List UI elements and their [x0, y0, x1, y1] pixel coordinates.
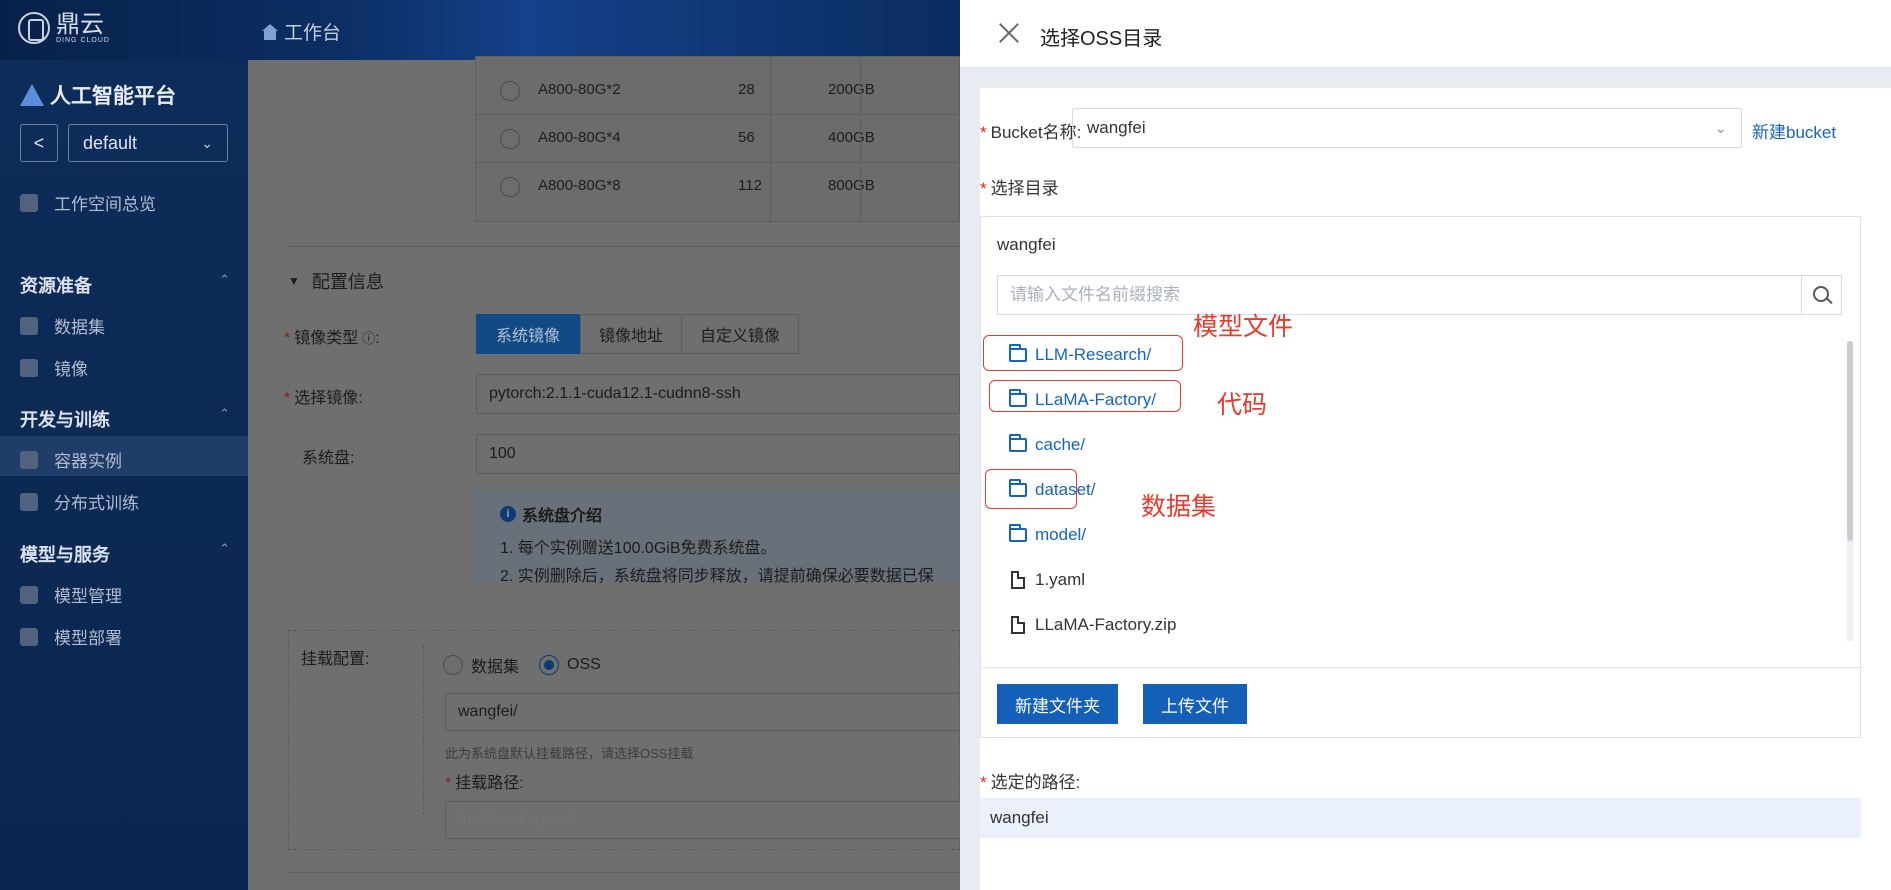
brand-name-en: DING CLOUD: [56, 36, 110, 44]
drawer-body: * Bucket名称: wangfei ⌄ 新建bucket * 选择目录 wang…: [980, 88, 1891, 890]
select-dir-label: * 选择目录: [980, 179, 1059, 198]
new-bucket-link[interactable]: 新建bucket: [1752, 118, 1836, 143]
sysdisk-input[interactable]: 100: [476, 434, 960, 474]
row-radio[interactable]: [500, 81, 520, 101]
radio-dataset[interactable]: [443, 655, 463, 675]
sidebar: 人工智能平台 < default ⌄ 工作空间总览 资源准备 ⌃ 数据集 镜像 …: [0, 60, 248, 890]
image-type-label: * 镜像类型 ⓘ:: [284, 330, 380, 347]
platform-logo-icon: [20, 84, 44, 106]
sidebar-item-containers[interactable]: 容器实例: [20, 447, 122, 472]
chevron-down-icon: ⌄: [1714, 120, 1727, 137]
sidebar-group-dev[interactable]: 开发与训练 ⌃: [20, 406, 230, 432]
mount-path-input[interactable]: [445, 801, 961, 839]
nav-workbench[interactable]: 工作台: [262, 18, 341, 45]
directory-actions: 新建文件夹 上传文件: [981, 667, 1862, 739]
back-button[interactable]: <: [20, 124, 58, 162]
sidebar-item-model-deploy[interactable]: 模型部署: [20, 624, 122, 649]
annotation-label: 代码: [1217, 391, 1268, 419]
search-icon[interactable]: [1801, 276, 1841, 314]
tab-image-url[interactable]: 镜像地址: [580, 314, 683, 354]
table-row[interactable]: A800-80G*4 56 400GB: [476, 115, 961, 163]
directory-browser: wangfei LLM-Research/ LLaMA-Factory/ cac…: [980, 216, 1862, 739]
tab-custom-image[interactable]: 自定义镜像: [682, 314, 800, 354]
list-item[interactable]: LLaMA-Factory.zip: [1009, 615, 1176, 635]
image-icon: [20, 358, 38, 377]
logo-icon: [18, 12, 50, 44]
info-icon: i: [500, 506, 516, 522]
annotation-box: [989, 380, 1181, 412]
file-icon: [1011, 571, 1025, 589]
chevron-up-icon: ⌃: [219, 272, 230, 287]
annotation-label: 数据集: [1141, 493, 1217, 521]
bucket-label: * Bucket名称:: [980, 123, 1082, 142]
sysdisk-info-box: i 系统盘介绍 1. 每个实例赠送100.0GiB免费系统盘。 2. 实例删除后…: [476, 488, 960, 585]
caret-down-icon: ▼: [288, 274, 300, 288]
select-image-input[interactable]: pytorch:2.1.1-cuda12.1-cudnn8-ssh: [476, 374, 960, 414]
upload-file-button[interactable]: 上传文件: [1143, 684, 1247, 724]
chevron-up-icon: ⌃: [219, 541, 230, 556]
list-item[interactable]: model/: [1009, 524, 1086, 545]
gpu-spec-table: A800-80G*2 28 200GB A800-80G*4 56 400GB …: [475, 56, 961, 223]
section-config-info[interactable]: ▼ 配置信息: [288, 268, 384, 294]
chevron-down-icon: ⌄: [201, 134, 213, 151]
row-radio[interactable]: [500, 177, 520, 197]
new-folder-button[interactable]: 新建文件夹: [997, 684, 1118, 724]
chevron-up-icon: ⌃: [219, 406, 230, 421]
brand-name: 鼎云: [56, 10, 104, 38]
folder-icon: [1009, 434, 1027, 452]
sidebar-group-resources[interactable]: 资源准备 ⌃: [20, 272, 230, 298]
table-row[interactable]: A800-80G*2 28 200GB: [476, 67, 961, 115]
sidebar-item-model-manage[interactable]: 模型管理: [20, 582, 122, 607]
drawer-header: 选择OSS目录: [960, 0, 1891, 68]
sidebar-item-datasets[interactable]: 数据集: [20, 313, 105, 338]
file-list-scrollbar[interactable]: [1847, 341, 1853, 641]
search-input[interactable]: [998, 276, 1801, 314]
list-item[interactable]: 1.yaml: [1009, 570, 1085, 590]
table-row[interactable]: A800-80G*8 112 800GB: [476, 163, 961, 211]
mount-source-input[interactable]: wangfei/: [445, 693, 961, 731]
selected-path-value: wangfei: [980, 798, 1861, 838]
platform-title: 人工智能平台: [20, 80, 176, 110]
distributed-icon: [20, 492, 38, 511]
annotation-box: [983, 335, 1183, 371]
annotation-label: 模型文件: [1193, 313, 1294, 341]
scrollbar-thumb[interactable]: [1847, 341, 1853, 541]
workspace-select-value: default: [83, 132, 138, 153]
selected-path-label: * 选定的路径:: [980, 773, 1081, 792]
overview-icon: [20, 193, 38, 212]
folder-icon: [1009, 524, 1027, 542]
tab-system-image[interactable]: 系统镜像: [476, 314, 581, 354]
model-icon: [20, 585, 38, 604]
instance-form-background: A800-80G*2 28 200GB A800-80G*4 56 400GB …: [248, 56, 961, 890]
nav-workbench-label: 工作台: [284, 23, 342, 44]
container-icon: [20, 450, 38, 469]
current-directory: wangfei: [997, 235, 1056, 254]
workspace-select[interactable]: default ⌄: [68, 124, 228, 162]
sidebar-item-overview[interactable]: 工作空间总览: [20, 190, 156, 215]
dataset-icon: [20, 316, 38, 335]
deploy-icon: [20, 627, 38, 646]
list-item[interactable]: cache/: [1009, 434, 1085, 455]
sidebar-item-distributed[interactable]: 分布式训练: [20, 489, 139, 514]
bucket-select[interactable]: wangfei ⌄: [1072, 108, 1742, 148]
oss-directory-drawer: 选择OSS目录 * Bucket名称: wangfei ⌄ 新建bucket * 选…: [960, 0, 1891, 890]
drawer-title: 选择OSS目录: [1040, 28, 1163, 50]
sidebar-group-models[interactable]: 模型与服务 ⌃: [20, 541, 230, 567]
annotation-box: [985, 469, 1077, 509]
sysdisk-label: 系统盘:: [302, 450, 355, 467]
mount-config-box: 挂载配置: 数据集 OSS wangfei/ 此为系统盘默认挂载路径，请选择OS…: [288, 630, 961, 850]
mount-path-label: * 挂载路径:: [445, 775, 524, 792]
top-bar: 鼎云 DING CLOUD 工作台: [0, 0, 960, 60]
home-icon: [262, 23, 278, 40]
row-radio[interactable]: [500, 129, 520, 149]
select-image-label: * 选择镜像:: [284, 390, 363, 407]
file-icon: [1011, 616, 1025, 634]
image-type-tabs: 系统镜像 镜像地址 自定义镜像: [476, 314, 800, 354]
radio-oss[interactable]: [539, 655, 560, 675]
sidebar-item-images[interactable]: 镜像: [20, 355, 88, 380]
brand-logo[interactable]: 鼎云 DING CLOUD: [18, 12, 110, 44]
bucket-select-value: wangfei: [1087, 118, 1146, 137]
close-icon[interactable]: [998, 22, 1020, 44]
search-box: [997, 275, 1842, 315]
